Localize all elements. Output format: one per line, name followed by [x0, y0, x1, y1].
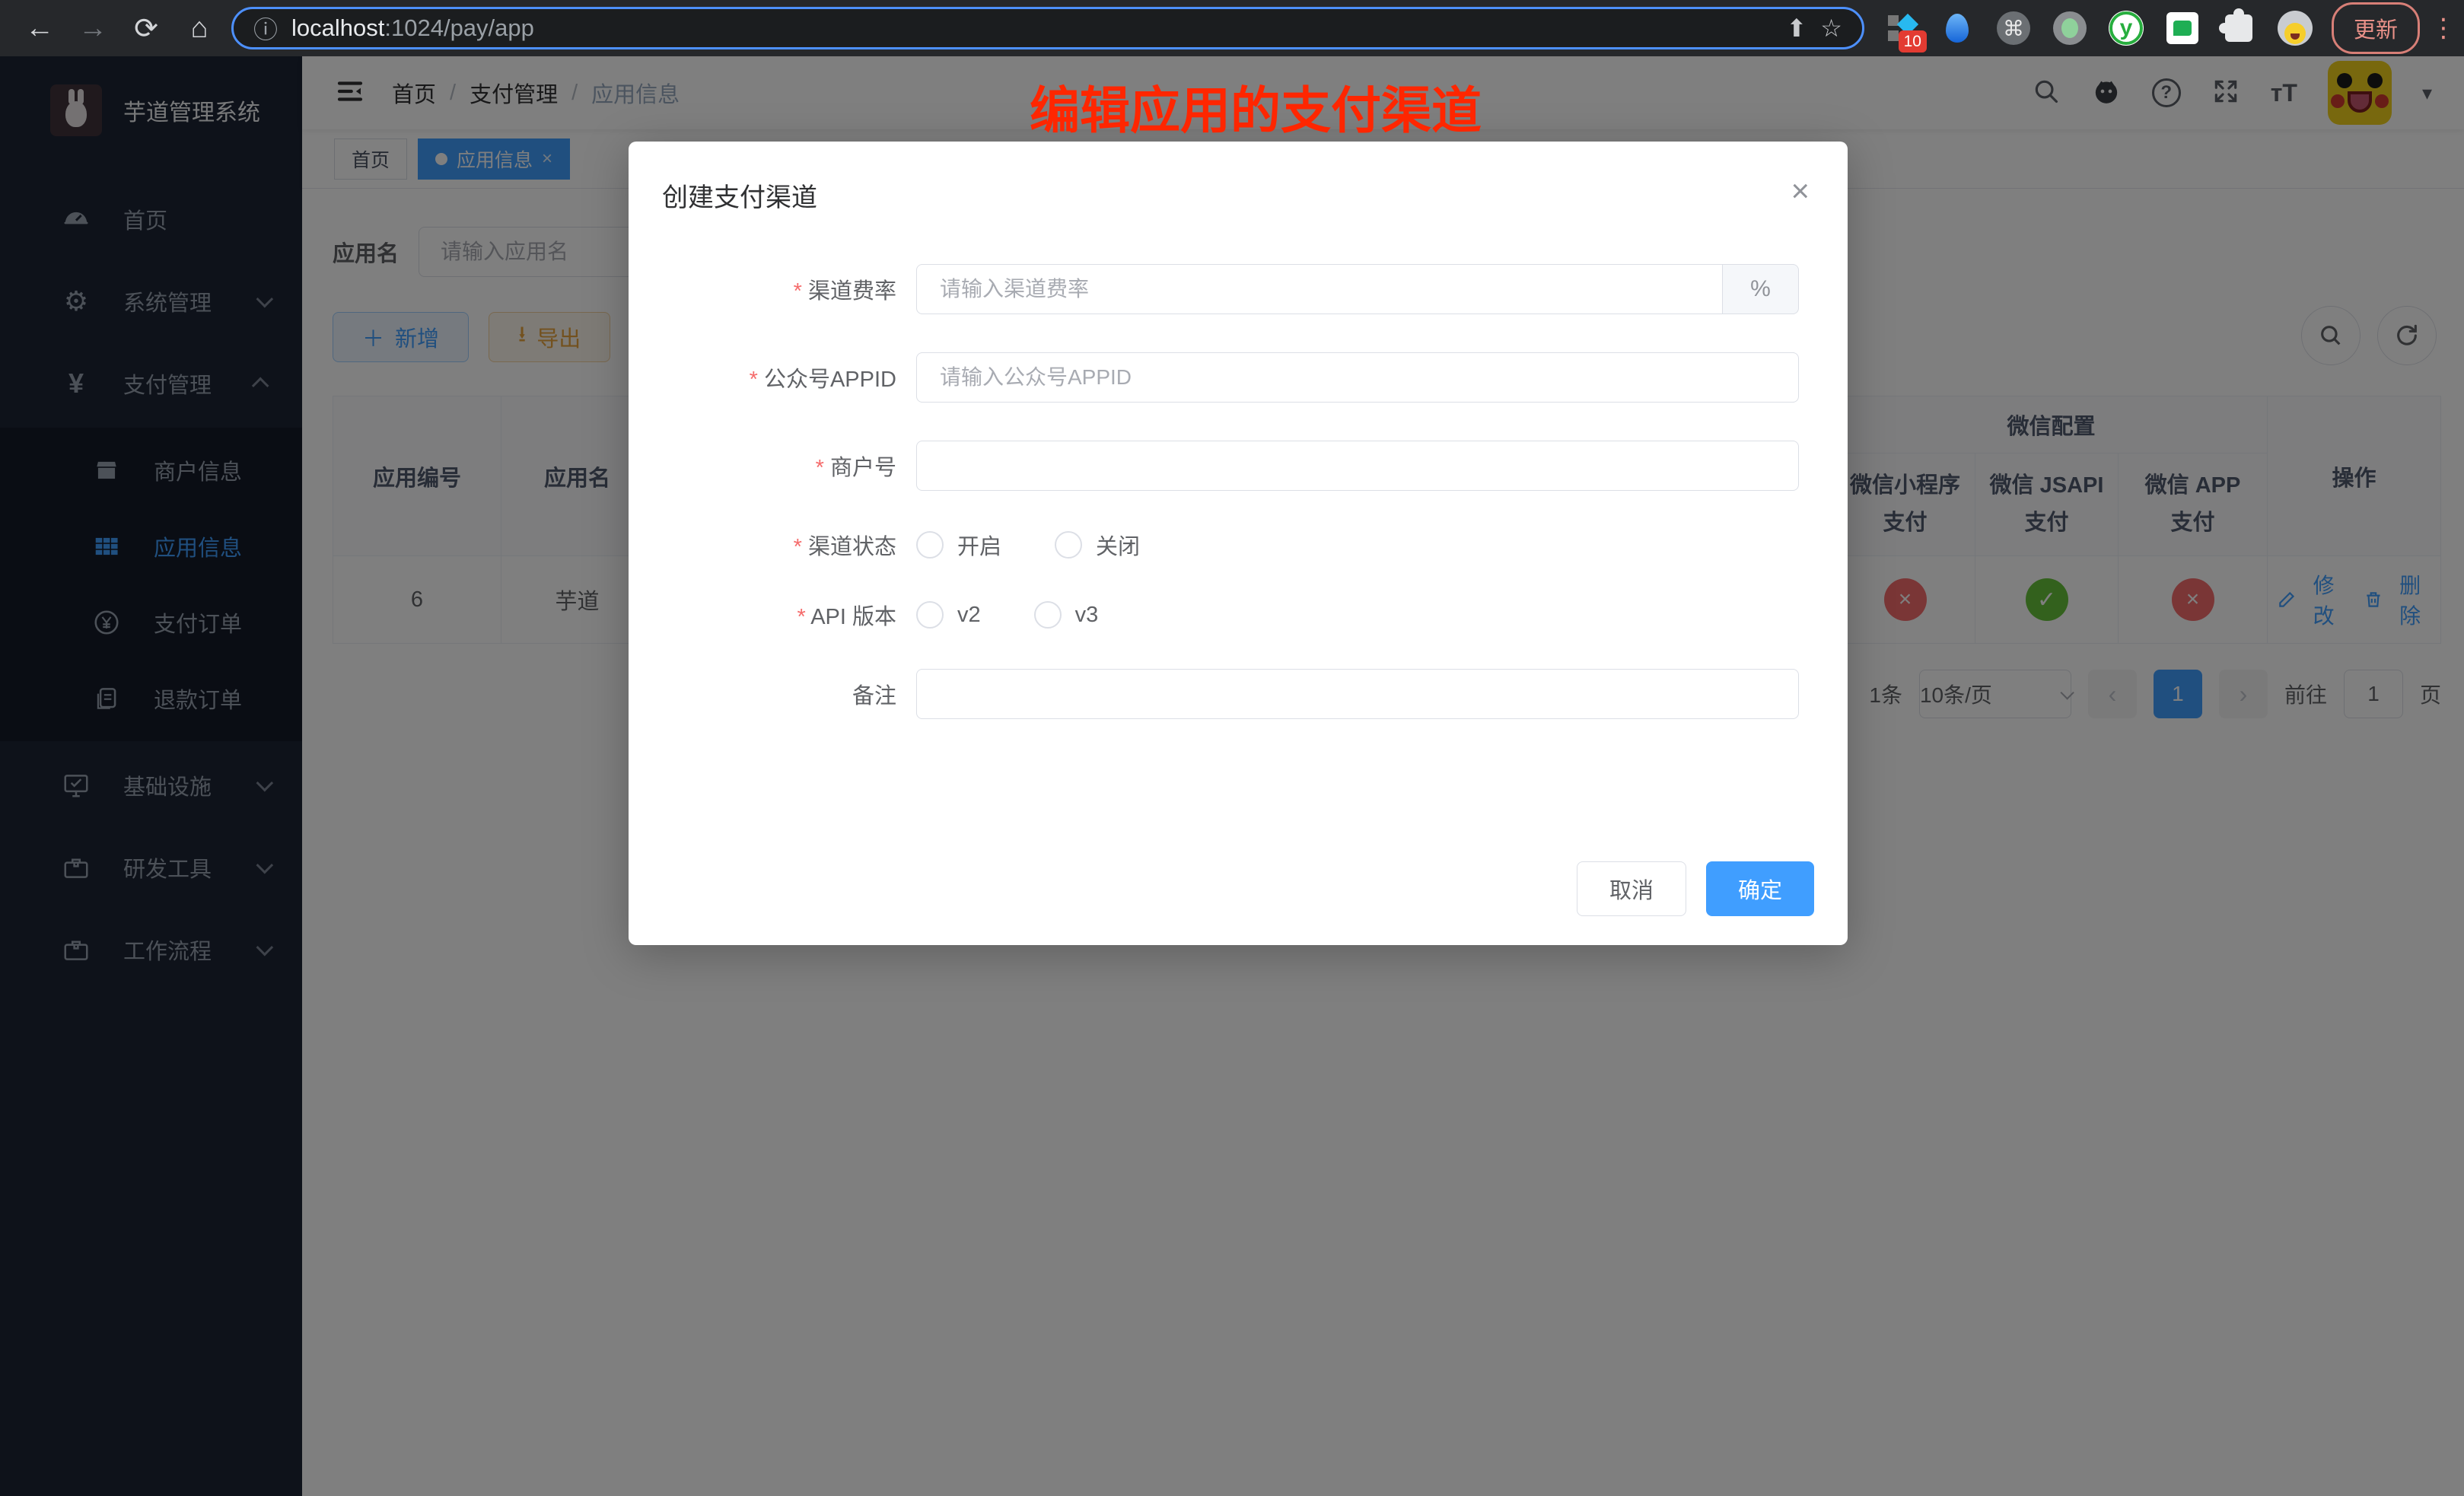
browser-reload-icon[interactable]: ⟳	[125, 7, 167, 49]
browser-home-icon[interactable]: ⌂	[178, 7, 221, 49]
radio-circle-icon	[916, 601, 944, 629]
chat-extension-icon[interactable]	[2164, 10, 2201, 46]
dialog-body: 渠道费率 % 公众号APPID 商户号 渠道状态 开启 关闭	[629, 214, 1848, 719]
status-close-radio[interactable]: 关闭	[1055, 529, 1140, 561]
remark-label: 备注	[629, 678, 916, 710]
api-v3-radio[interactable]: v3	[1034, 601, 1099, 629]
url-text[interactable]: localhost:1024/pay/app	[291, 14, 1772, 42]
address-bar[interactable]: ⓘ localhost:1024/pay/app ⬆ ☆	[231, 7, 1864, 49]
extensions-puzzle-icon[interactable]	[2220, 10, 2257, 46]
api-v2-radio[interactable]: v2	[916, 601, 981, 629]
appid-label: 公众号APPID	[629, 361, 916, 393]
annotation-text: 编辑应用的支付渠道	[1030, 70, 1482, 143]
dialog-header: 创建支付渠道 ×	[629, 142, 1848, 214]
browser-update-button[interactable]: 更新	[2332, 2, 2420, 54]
command-extension-icon[interactable]: ⌘	[1995, 10, 2032, 46]
status-open-radio[interactable]: 开启	[916, 529, 1001, 561]
merchant-input[interactable]	[916, 441, 1799, 491]
status-label: 渠道状态	[629, 529, 916, 561]
extension-badge: 10	[1899, 30, 1927, 53]
field-api-version: API 版本 v2 v3	[629, 599, 1848, 631]
y-extension-icon[interactable]: y	[2108, 10, 2144, 46]
cancel-button[interactable]: 取消	[1577, 861, 1686, 916]
create-channel-dialog: 创建支付渠道 × 渠道费率 % 公众号APPID 商户号 渠道状态 开	[629, 142, 1848, 945]
browser-profile-avatar[interactable]	[2277, 10, 2313, 46]
api-version-label: API 版本	[629, 599, 916, 631]
confirm-button[interactable]: 确定	[1706, 861, 1814, 916]
browser-menu-icon[interactable]: ⋮	[2431, 21, 2446, 36]
rate-input[interactable]	[916, 264, 1723, 314]
appid-input[interactable]	[916, 352, 1799, 403]
balloon-extension-icon[interactable]	[1939, 10, 1975, 46]
recorder-extension-icon[interactable]	[2052, 10, 2088, 46]
browser-back-icon[interactable]: ←	[18, 7, 61, 49]
tab-groups-extension-icon[interactable]: 10	[1883, 10, 1919, 46]
site-info-icon[interactable]: ⓘ	[253, 11, 278, 46]
radio-circle-icon	[916, 531, 944, 559]
remark-input[interactable]	[916, 669, 1799, 719]
browser-forward-icon[interactable]: →	[72, 7, 114, 49]
close-icon[interactable]: ×	[1791, 175, 1810, 207]
field-status: 渠道状态 开启 关闭	[629, 529, 1848, 561]
field-rate: 渠道费率 %	[629, 264, 1848, 314]
share-icon[interactable]: ⬆	[1786, 14, 1807, 43]
extensions-row: 10 ⌘ y	[1875, 10, 2321, 46]
percent-suffix: %	[1723, 264, 1799, 314]
bookmark-star-icon[interactable]: ☆	[1820, 14, 1842, 43]
browser-chrome: ← → ⟳ ⌂ ⓘ localhost:1024/pay/app ⬆ ☆ 10 …	[0, 0, 2464, 56]
rate-label: 渠道费率	[629, 273, 916, 305]
field-remark: 备注	[629, 669, 1848, 719]
field-merchant: 商户号	[629, 441, 1848, 491]
radio-circle-icon	[1034, 601, 1062, 629]
dialog-title: 创建支付渠道	[662, 183, 817, 212]
merchant-label: 商户号	[629, 450, 916, 482]
radio-circle-icon	[1055, 531, 1082, 559]
field-appid: 公众号APPID	[629, 352, 1848, 403]
dialog-footer: 取消 确定	[1577, 861, 1814, 916]
